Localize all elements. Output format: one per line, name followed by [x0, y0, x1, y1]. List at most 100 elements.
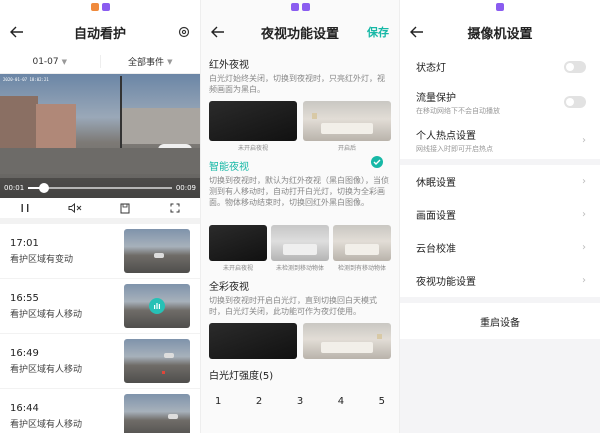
- current-time: 00:01: [4, 184, 25, 192]
- event-filter-label: 全部事件: [128, 58, 165, 68]
- preview-label: 未开启夜视: [222, 265, 253, 272]
- option-desc: 切换到夜视时开启白光灯，直到切换回白天模式时，白光灯关闭，此功能可作为夜灯使用。: [209, 296, 377, 316]
- playing-indicator-icon: [149, 298, 165, 314]
- chevron-right-icon: ›: [582, 209, 586, 220]
- event-filter[interactable]: 全部事件 ▼: [99, 55, 201, 68]
- option-desc: 切换到夜视时，默认为红外夜视（黑白图像），当侦测到有人移动时，自动打开白光灯，切…: [209, 176, 389, 207]
- video-scene: [36, 104, 76, 152]
- page-title: 自动看护: [73, 26, 126, 42]
- pause-icon[interactable]: [17, 203, 33, 213]
- thumbnail-scene: [154, 253, 164, 258]
- setting-ptz-calibration[interactable]: 云台校准 ›: [400, 231, 600, 264]
- header: 摄像机设置: [400, 0, 600, 50]
- status-bar: [201, 0, 399, 14]
- night-vision-screen: 夜视功能设置 保存 红外夜视 白光灯始终关闭，切换到夜视时，只亮红外灯，视频画面…: [200, 0, 400, 433]
- preview: 未开启夜视: [209, 225, 267, 272]
- app-notification-icon: [290, 3, 299, 11]
- event-thumbnail[interactable]: [124, 394, 190, 433]
- event-time: 16:44: [10, 402, 39, 414]
- preview-label: 检测到有移动物体: [337, 265, 386, 272]
- preview: 未开启夜视: [209, 101, 297, 152]
- setting-label: 个人热点设置: [416, 130, 476, 142]
- option-title: 全彩夜视: [209, 282, 249, 293]
- status-light-toggle[interactable]: [564, 60, 586, 73]
- status-bar: [400, 0, 600, 14]
- auto-watch-screen: 自动看护 01-07 ▼ 全部事件 ▼ 2020-01-07 18:02:21: [0, 0, 200, 433]
- brightness-scale[interactable]: 1 2 3 4 5: [209, 396, 391, 407]
- back-icon[interactable]: [410, 26, 424, 38]
- scale-tick[interactable]: 3: [297, 396, 303, 407]
- event-item[interactable]: 17:01 看护区域有变动: [0, 224, 200, 279]
- setting-sleep[interactable]: 休眠设置 ›: [400, 165, 600, 198]
- scale-tick[interactable]: 4: [338, 396, 344, 407]
- seek-bar-handle[interactable]: [38, 183, 49, 193]
- setting-status-light[interactable]: 状态灯: [400, 50, 600, 83]
- traffic-protection-toggle[interactable]: [564, 96, 586, 108]
- video-scene: [0, 96, 38, 156]
- setting-text: 云台校准: [416, 240, 582, 255]
- preview-label: 开启后: [337, 145, 356, 152]
- preview: 未检测到移动物体: [271, 225, 329, 272]
- video-player[interactable]: 2020-01-07 18:02:21 00:01 00:09: [0, 74, 200, 198]
- app-notification-icon: [301, 3, 310, 11]
- setting-picture[interactable]: 画面设置 ›: [400, 198, 600, 231]
- event-item[interactable]: 16:49 看护区域有人移动: [0, 334, 200, 389]
- preview-label: 未检测到移动物体: [275, 265, 324, 272]
- option-title: 智能夜视: [209, 162, 249, 173]
- setting-text: 休眠设置: [416, 174, 582, 189]
- back-icon[interactable]: [211, 26, 225, 38]
- scale-tick[interactable]: 2: [256, 396, 262, 407]
- preview-scene: [311, 113, 318, 119]
- event-item[interactable]: 16:55 看护区域有人移动: [0, 279, 200, 334]
- preview-scene: [376, 333, 383, 339]
- chevron-right-icon: ›: [582, 134, 586, 146]
- reboot-button[interactable]: 重启设备: [400, 303, 600, 339]
- brightness-title: 白光灯强度(5): [209, 371, 274, 382]
- gear-icon[interactable]: [178, 26, 190, 38]
- setting-night-vision[interactable]: 夜视功能设置 ›: [400, 264, 600, 297]
- player-controls: [0, 198, 200, 224]
- seek-bar[interactable]: [28, 183, 172, 193]
- scale-tick[interactable]: 1: [215, 396, 221, 407]
- thumbnail-scene: [168, 414, 178, 419]
- event-thumbnail[interactable]: [124, 229, 190, 273]
- event-item[interactable]: 16:44 看护区域有人移动: [0, 389, 200, 433]
- setting-text: 个人热点设置 网线接入时即可开启热点: [416, 127, 582, 154]
- navbar: 自动看护: [0, 14, 200, 50]
- event-thumbnail[interactable]: [124, 339, 190, 383]
- event-desc: 看护区域有人移动: [10, 419, 83, 430]
- screens: 自动看护 01-07 ▼ 全部事件 ▼ 2020-01-07 18:02:21: [0, 0, 600, 433]
- chevron-right-icon: ›: [582, 176, 586, 187]
- back-icon[interactable]: [10, 26, 24, 38]
- setting-hotspot[interactable]: 个人热点设置 网线接入时即可开启热点 ›: [400, 121, 600, 159]
- date-filter[interactable]: 01-07 ▼: [0, 57, 100, 67]
- option-title: 红外夜视: [209, 60, 249, 71]
- option-smart[interactable]: 智能夜视 切换到夜视时，默认为红外夜视（黑白图像），当侦测到有人移动时，自动打开…: [209, 156, 391, 272]
- preview: [303, 323, 391, 359]
- fullscreen-icon[interactable]: [167, 203, 183, 213]
- preview: 检测到有移动物体: [333, 225, 391, 272]
- filter-row: 01-07 ▼ 全部事件 ▼: [0, 50, 200, 74]
- preview-row: 未开启夜视 未检测到移动物体 检测到有移动物体: [209, 225, 391, 272]
- preview-scene: [320, 122, 374, 134]
- option-desc: 白光灯始终关闭，切换到夜视时，只亮红外灯，视频画面为黑白。: [209, 74, 385, 94]
- save-button[interactable]: 保存: [367, 24, 389, 40]
- night-vision-options: 红外夜视 白光灯始终关闭，切换到夜视时，只亮红外灯，视频画面为黑白。 未开启夜视…: [201, 56, 399, 407]
- scale-tick[interactable]: 5: [379, 396, 385, 407]
- camera-settings-screen: 摄像机设置 状态灯 流量保护 在移动网络下不会自动播放 个人热点设置 网线接入时…: [400, 0, 600, 433]
- event-text: 16:55 看护区域有人移动: [10, 293, 124, 320]
- preview-scene: [282, 244, 318, 255]
- setting-sub: 网线接入时即可开启热点: [416, 144, 493, 153]
- save-icon[interactable]: [117, 203, 133, 214]
- event-thumbnail[interactable]: [124, 284, 190, 328]
- setting-traffic-protection[interactable]: 流量保护 在移动网络下不会自动播放: [400, 83, 600, 121]
- chevron-right-icon: ›: [582, 242, 586, 253]
- mute-icon[interactable]: [67, 203, 83, 213]
- preview-image: [209, 225, 267, 261]
- option-full-color[interactable]: 全彩夜视 切换到夜视时开启白光灯，直到切换回白天模式时，白光灯关闭，此功能可作为…: [209, 278, 391, 359]
- setting-text: 流量保护 在移动网络下不会自动播放: [416, 89, 564, 116]
- preview-scene: [320, 342, 374, 353]
- app-notification-icon: [90, 3, 99, 11]
- setting-text: 画面设置: [416, 207, 582, 222]
- option-infrared[interactable]: 红外夜视 白光灯始终关闭，切换到夜视时，只亮红外灯，视频画面为黑白。 未开启夜视…: [209, 56, 391, 152]
